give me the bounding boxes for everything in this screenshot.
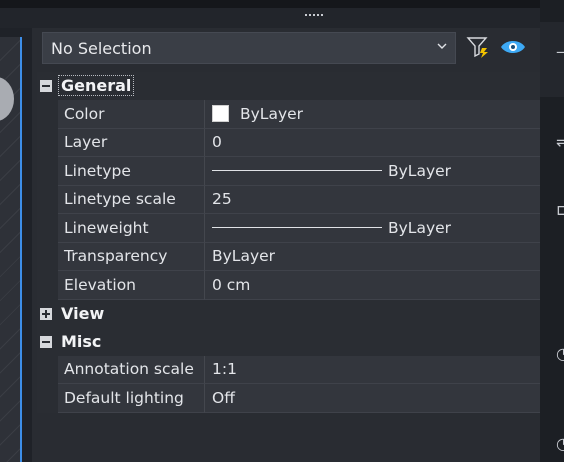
property-value[interactable]: 1:1 xyxy=(205,355,540,384)
quick-select-filter-icon[interactable] xyxy=(466,36,490,58)
property-row-layer[interactable]: Layer 0 xyxy=(37,128,540,157)
section-misc-label: Misc xyxy=(61,331,102,351)
drag-grip-icon[interactable] xyxy=(305,12,327,18)
right-tool-icon[interactable]: ◔ xyxy=(556,344,564,363)
property-row-linetype-scale[interactable]: Linetype scale 25 xyxy=(37,185,540,214)
eye-icon[interactable] xyxy=(500,38,526,56)
property-value[interactable]: 0 xyxy=(205,128,540,157)
property-name: Color xyxy=(58,100,205,129)
property-name: Default lighting xyxy=(58,384,205,413)
property-row-lineweight[interactable]: Lineweight ByLayer xyxy=(37,214,540,243)
property-row-color[interactable]: Color ByLayer xyxy=(37,100,540,129)
property-name: Linetype xyxy=(58,157,205,186)
properties-grid: General Color ByLayer Layer 0 Linetype B… xyxy=(37,72,540,413)
drawing-canvas[interactable] xyxy=(0,37,22,462)
panel-header-bar[interactable] xyxy=(0,8,540,28)
color-swatch xyxy=(212,105,229,123)
property-row-annotation-scale[interactable]: Annotation scale 1:1 xyxy=(37,355,540,384)
right-tool-icon[interactable]: ⊏ xyxy=(556,200,564,219)
chevron-down-icon xyxy=(437,43,447,49)
property-name: Lineweight xyxy=(58,214,205,243)
collapse-icon[interactable] xyxy=(40,80,52,92)
property-value[interactable]: ByLayer xyxy=(205,157,540,186)
property-name: Linetype scale xyxy=(58,185,205,214)
property-name: Layer xyxy=(58,128,205,157)
right-tool-icon[interactable]: — xyxy=(556,42,564,61)
selection-dropdown-value: No Selection xyxy=(51,38,152,58)
property-value-text: ByLayer xyxy=(388,161,452,180)
section-general-label: General xyxy=(57,75,135,96)
selection-dropdown[interactable]: No Selection xyxy=(42,32,456,64)
lineweight-preview xyxy=(212,227,382,229)
property-row-transparency[interactable]: Transparency ByLayer xyxy=(37,242,540,271)
property-value-text: ByLayer xyxy=(240,104,304,123)
property-row-linetype[interactable]: Linetype ByLayer xyxy=(37,157,540,186)
property-value[interactable]: ByLayer xyxy=(205,242,540,271)
property-row-default-lighting[interactable]: Default lighting Off xyxy=(37,384,540,413)
right-tool-icon[interactable]: ◔ xyxy=(556,434,564,453)
property-value[interactable]: 0 cm xyxy=(205,271,540,300)
property-value[interactable]: ByLayer xyxy=(205,100,540,129)
section-misc[interactable]: Misc xyxy=(37,327,540,356)
property-name: Annotation scale xyxy=(58,355,205,384)
property-value[interactable]: ByLayer xyxy=(205,214,540,243)
linetype-preview xyxy=(212,170,382,172)
property-value[interactable]: Off xyxy=(205,384,540,413)
collapse-icon[interactable] xyxy=(40,335,52,348)
expand-icon[interactable] xyxy=(40,307,52,320)
canvas-object xyxy=(0,77,14,121)
property-row-elevation[interactable]: Elevation 0 cm xyxy=(37,271,540,300)
property-value-text: ByLayer xyxy=(388,218,452,237)
property-value[interactable]: 25 xyxy=(205,185,540,214)
property-name: Elevation xyxy=(58,271,205,300)
right-tool-icon[interactable]: ⇌ xyxy=(556,132,564,151)
section-view[interactable]: View xyxy=(37,299,540,328)
property-name: Transparency xyxy=(58,242,205,271)
section-view-label: View xyxy=(61,303,105,323)
title-strip xyxy=(0,0,564,8)
section-general[interactable]: General xyxy=(37,72,540,100)
